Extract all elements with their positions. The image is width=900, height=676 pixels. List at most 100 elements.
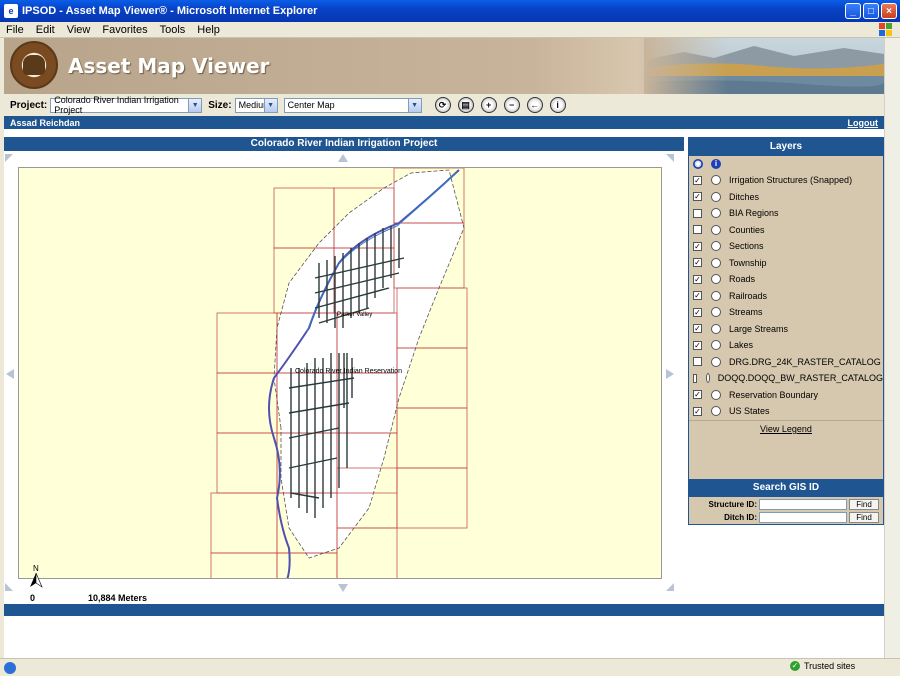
- menu-bar: File Edit View Favorites Tools Help: [0, 22, 900, 38]
- windows-logo-icon: [876, 22, 896, 38]
- layer-active-radio[interactable]: [711, 175, 721, 186]
- layer-active-radio[interactable]: [711, 307, 721, 318]
- pan-west-arrow[interactable]: [6, 369, 14, 379]
- security-zone: ✓ Trusted sites: [790, 661, 855, 671]
- layer-visibility-checkbox[interactable]: ✓: [693, 406, 702, 416]
- layer-visibility-checkbox[interactable]: ✓: [693, 291, 702, 301]
- structure-id-input[interactable]: [759, 498, 847, 510]
- logout-link[interactable]: Logout: [848, 118, 879, 128]
- layer-label: DOQQ.DOQQ_BW_RASTER_CATALOG: [717, 373, 883, 384]
- pan-northwest-arrow[interactable]: [5, 154, 13, 162]
- layer-active-radio[interactable]: [711, 224, 721, 235]
- ditch-id-input[interactable]: [759, 512, 847, 523]
- map-image: Colorado River Indian Reservation Parker…: [210, 168, 468, 578]
- layer-visibility-checkbox[interactable]: ✓: [693, 258, 702, 268]
- ie-page-icon: e: [4, 4, 18, 18]
- layer-visibility-checkbox[interactable]: [693, 225, 702, 235]
- layer-active-radio[interactable]: [711, 356, 721, 367]
- zoom-in-icon[interactable]: +: [480, 97, 497, 113]
- layer-list: ✓ Irrigation Structures (Snapped) ✓ Ditches…: [689, 172, 883, 420]
- pan-southwest-arrow[interactable]: [5, 583, 13, 591]
- layer-active-radio[interactable]: [711, 406, 721, 417]
- layer-active-radio[interactable]: [711, 241, 721, 252]
- layer-visibility-checkbox[interactable]: ✓: [693, 307, 702, 317]
- vertical-scrollbar[interactable]: [884, 38, 900, 658]
- layer-visibility-checkbox[interactable]: ✓: [693, 324, 702, 334]
- layer-row: ✓ Ditches: [689, 189, 883, 206]
- status-bar: ✓ Trusted sites: [0, 658, 900, 676]
- layer-visibility-checkbox[interactable]: [693, 208, 702, 218]
- layer-row: ✓ Reservation Boundary: [689, 387, 883, 404]
- pan-northeast-arrow[interactable]: [666, 154, 674, 162]
- layer-active-radio[interactable]: [711, 274, 721, 285]
- layer-visibility-checkbox[interactable]: ✓: [693, 274, 702, 284]
- layer-active-radio[interactable]: [711, 208, 721, 219]
- structure-id-label: Structure ID:: [708, 499, 757, 509]
- layer-visibility-checkbox[interactable]: ✓: [693, 340, 702, 350]
- layer-visibility-checkbox[interactable]: [693, 373, 697, 383]
- layer-row: ✓ Township: [689, 255, 883, 272]
- ditch-find-button[interactable]: Find: [849, 512, 879, 523]
- layer-row: ✓ Lakes: [689, 337, 883, 354]
- layer-label: Railroads: [729, 290, 768, 301]
- zoom-out-icon[interactable]: −: [503, 97, 520, 113]
- menu-favorites[interactable]: Favorites: [102, 24, 147, 36]
- menu-help[interactable]: Help: [197, 24, 220, 36]
- maximize-button[interactable]: □: [863, 3, 879, 19]
- refresh-icon[interactable]: ⟳: [434, 97, 451, 113]
- layer-label: Sections: [729, 241, 764, 252]
- map-panel: Colorado River Indian Irrigation Project: [4, 137, 684, 597]
- visibility-header-icon: ◉: [693, 159, 703, 169]
- pan-south-arrow[interactable]: [338, 584, 348, 592]
- info-icon[interactable]: i: [549, 97, 566, 113]
- layer-active-radio[interactable]: [711, 323, 721, 334]
- layer-visibility-checkbox[interactable]: ✓: [693, 390, 702, 400]
- search-gis-title: Search GIS ID: [688, 479, 884, 497]
- layer-active-radio[interactable]: [711, 290, 721, 301]
- project-select[interactable]: Colorado River Indian Irrigation Project…: [50, 95, 203, 115]
- ditch-id-label: Ditch ID:: [724, 513, 757, 522]
- menu-tools[interactable]: Tools: [160, 24, 186, 36]
- map-canvas[interactable]: Colorado River Indian Reservation Parker…: [18, 167, 662, 579]
- doi-seal-logo: [10, 41, 58, 89]
- layer-label: Large Streams: [729, 323, 789, 334]
- layer-row: DOQQ.DOQQ_BW_RASTER_CATALOG: [689, 370, 883, 387]
- minimize-button[interactable]: _: [845, 3, 861, 19]
- map-action-select[interactable]: Center Map ▼: [283, 97, 422, 113]
- menu-edit[interactable]: Edit: [36, 24, 55, 36]
- back-icon[interactable]: ←: [526, 97, 543, 113]
- pan-east-arrow[interactable]: [666, 369, 674, 379]
- layer-active-radio[interactable]: [711, 389, 721, 400]
- window-titlebar: e IPSOD - Asset Map Viewer® - Microsoft …: [0, 0, 900, 22]
- size-select[interactable]: Medium ▼: [234, 97, 278, 113]
- layer-active-radio[interactable]: [711, 340, 721, 351]
- layer-row: ✓ Large Streams: [689, 321, 883, 338]
- close-button[interactable]: ×: [881, 3, 897, 19]
- layer-active-radio[interactable]: [705, 373, 710, 384]
- pan-southeast-arrow[interactable]: [666, 583, 674, 591]
- checkmark-icon: ✓: [790, 661, 800, 671]
- layer-visibility-checkbox[interactable]: ✓: [693, 192, 702, 202]
- project-select-value: Colorado River Indian Irrigation Project: [54, 95, 179, 115]
- print-icon[interactable]: ▤: [457, 97, 474, 113]
- user-bar: Assad Reichdan Logout: [4, 116, 884, 129]
- map-toolbar: Project: Colorado River Indian Irrigatio…: [4, 94, 884, 116]
- menu-file[interactable]: File: [6, 24, 24, 36]
- structure-find-button[interactable]: Find: [849, 498, 879, 510]
- menu-view[interactable]: View: [67, 24, 91, 36]
- layer-label: DRG.DRG_24K_RASTER_CATALOG: [729, 356, 881, 367]
- pan-north-arrow[interactable]: [338, 154, 348, 162]
- layer-visibility-checkbox[interactable]: ✓: [693, 175, 702, 185]
- security-zone-label: Trusted sites: [804, 661, 856, 671]
- layer-active-radio[interactable]: [711, 257, 721, 268]
- view-legend-link[interactable]: View Legend: [689, 424, 883, 434]
- layer-label: Lakes: [729, 340, 754, 351]
- chevron-down-icon: ▼: [188, 98, 202, 112]
- layer-visibility-checkbox[interactable]: [693, 357, 702, 367]
- window-title: IPSOD - Asset Map Viewer® - Microsoft In…: [22, 5, 318, 17]
- layer-visibility-checkbox[interactable]: ✓: [693, 241, 702, 251]
- scale-distance-label: 10,884 Meters: [88, 593, 148, 603]
- layer-row: Counties: [689, 222, 883, 239]
- layer-active-radio[interactable]: [711, 191, 721, 202]
- chevron-down-icon: ▼: [407, 98, 421, 112]
